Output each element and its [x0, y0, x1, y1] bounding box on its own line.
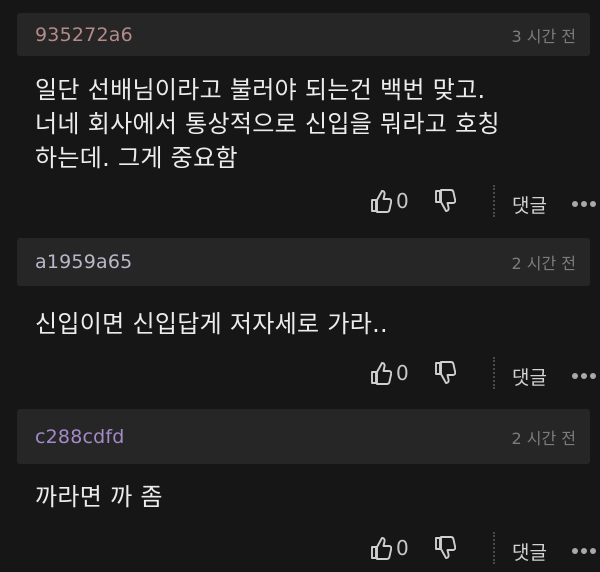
- comment-text-line: 신입이면 신입답게 저자세로 가라..: [35, 310, 388, 338]
- comment-author[interactable]: c288cdfd: [35, 426, 125, 448]
- more-horizontal-icon[interactable]: [572, 201, 596, 207]
- comment-item: c288cdfd 2 시간 전 까라면 까 좀 0 댓글: [0, 409, 600, 572]
- comment-text-line: 너네 회사에서 통상적으로 신입을 뭐라고 호칭: [35, 110, 500, 138]
- comment-actions: 0 댓글: [0, 532, 600, 572]
- comment-time: 2 시간 전: [511, 254, 576, 273]
- reply-button[interactable]: 댓글: [512, 191, 547, 218]
- comment-actions: 0 댓글: [0, 357, 600, 397]
- action-divider: [493, 357, 495, 389]
- comment-text-line: 까라면 까 좀: [35, 483, 163, 511]
- thumbs-down-icon: [435, 536, 456, 559]
- comment-text: 신입이면 신입답게 저자세로 가라..: [35, 307, 588, 341]
- comment-author[interactable]: a1959a65: [35, 251, 132, 273]
- like-count: 0: [396, 536, 409, 560]
- like-button[interactable]: 0: [370, 189, 409, 213]
- thumbs-down-icon: [435, 189, 456, 212]
- more-horizontal-icon[interactable]: [572, 373, 596, 379]
- comment-author[interactable]: 935272a6: [35, 24, 133, 46]
- thumbs-up-icon: [371, 362, 392, 385]
- dislike-button[interactable]: [434, 189, 456, 213]
- thumbs-up-icon: [371, 537, 392, 560]
- comment-item: a1959a65 2 시간 전 신입이면 신입답게 저자세로 가라.. 0 댓글: [0, 238, 600, 397]
- reply-button[interactable]: 댓글: [512, 538, 547, 565]
- comment-text-line: 하는데. 그게 중요함: [35, 144, 238, 172]
- comment-time: 2 시간 전: [511, 428, 576, 448]
- comment-header: a1959a65 2 시간 전: [17, 238, 590, 286]
- comment-list: 935272a6 3 시간 전 일단 선배님이라고 불러야 되는건 백번 맞고.…: [0, 0, 600, 572]
- comment-actions: 0 댓글: [0, 185, 600, 225]
- comment-text: 까라면 까 좀: [35, 480, 588, 514]
- like-button[interactable]: 0: [370, 536, 409, 560]
- comment-text: 일단 선배님이라고 불러야 되는건 백번 맞고. 너네 회사에서 통상적으로 신…: [35, 73, 588, 175]
- action-divider: [493, 185, 495, 217]
- like-button[interactable]: 0: [370, 361, 409, 385]
- dislike-button[interactable]: [434, 361, 456, 385]
- comment-text-line: 일단 선배님이라고 불러야 되는건 백번 맞고.: [35, 76, 486, 104]
- more-horizontal-icon[interactable]: [572, 548, 596, 554]
- like-count: 0: [396, 189, 409, 213]
- like-count: 0: [396, 361, 409, 385]
- reply-button[interactable]: 댓글: [512, 363, 547, 390]
- action-divider: [493, 532, 495, 564]
- comment-header: 935272a6 3 시간 전: [17, 13, 590, 56]
- comment-header: c288cdfd 2 시간 전: [17, 409, 590, 464]
- comment-item: 935272a6 3 시간 전 일단 선배님이라고 불러야 되는건 백번 맞고.…: [0, 0, 600, 225]
- comment-time: 3 시간 전: [511, 26, 576, 46]
- dislike-button[interactable]: [434, 536, 456, 560]
- thumbs-up-icon: [371, 190, 392, 213]
- thumbs-down-icon: [435, 361, 456, 384]
